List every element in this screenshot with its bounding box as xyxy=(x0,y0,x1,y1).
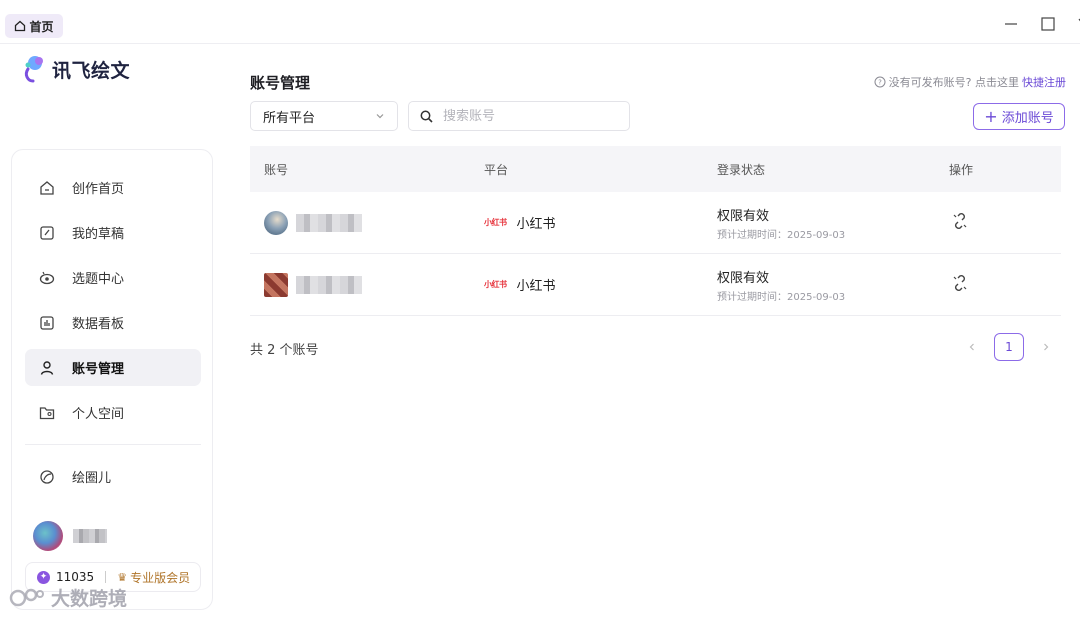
unlink-icon[interactable] xyxy=(951,274,969,292)
account-name-blurred xyxy=(296,275,362,294)
title-bar: 首页 xyxy=(0,0,1080,44)
expiry-date: 预计过期时间：2025-09-03 xyxy=(717,291,846,303)
unlink-icon[interactable] xyxy=(951,212,969,230)
tab-home[interactable]: 首页 xyxy=(5,14,63,38)
page-number[interactable]: 1 xyxy=(994,333,1024,361)
sidebar-item-label: 个人空间 xyxy=(72,407,125,422)
account-name-blurred xyxy=(296,213,362,232)
chart-icon xyxy=(38,314,56,332)
minimize-button[interactable] xyxy=(1003,16,1019,32)
home-icon xyxy=(38,179,56,197)
next-page-button[interactable] xyxy=(1038,339,1054,355)
account-total: 共 2 个账号 xyxy=(250,343,319,358)
maximize-button[interactable] xyxy=(1040,16,1056,32)
header-status: 登录状态 xyxy=(717,162,766,177)
sidebar-item-topics[interactable]: 选题中心 xyxy=(25,259,201,296)
sidebar-item-dashboard[interactable]: 数据看板 xyxy=(25,304,201,341)
sidebar: 创作首页 我的草稿 选题中心 数据看板 账号管理 个人空间 绘圈儿 ✦ 1103… xyxy=(11,149,213,610)
sidebar-item-home[interactable]: 创作首页 xyxy=(25,169,201,206)
platform-select-value: 所有平台 xyxy=(263,110,316,126)
sidebar-item-space[interactable]: 个人空间 xyxy=(25,394,201,431)
header-account: 账号 xyxy=(264,162,289,177)
edit-icon xyxy=(38,224,56,242)
chevron-left-icon xyxy=(969,343,974,351)
sidebar-divider xyxy=(25,444,201,445)
hint-text: 没有可发布账号? 点击这里 xyxy=(888,76,1019,89)
sidebar-item-accounts[interactable]: 账号管理 xyxy=(25,349,201,386)
sidebar-item-drafts[interactable]: 我的草稿 xyxy=(25,214,201,251)
add-account-button[interactable]: + 添加账号 xyxy=(973,103,1065,130)
logo-text: 讯飞绘文 xyxy=(52,59,131,82)
xiaohongshu-logo: 小红书 xyxy=(484,280,507,289)
coin-icon: ✦ xyxy=(37,570,50,584)
sidebar-item-label: 绘圈儿 xyxy=(72,471,112,486)
folder-user-icon xyxy=(38,404,56,422)
quick-register-link[interactable]: 快捷注册 xyxy=(1022,74,1066,90)
logo-icon xyxy=(24,56,43,83)
register-hint: ? 没有可发布账号? 点击这里 快捷注册 xyxy=(874,74,1066,90)
home-icon xyxy=(15,20,26,32)
sidebar-item-label: 账号管理 xyxy=(72,362,125,377)
search-box[interactable] xyxy=(408,101,630,131)
login-status: 权限有效 xyxy=(717,208,770,224)
sidebar-item-community[interactable]: 绘圈儿 xyxy=(25,458,201,495)
search-icon xyxy=(420,110,433,123)
xiaohongshu-logo: 小红书 xyxy=(484,218,507,227)
sidebar-item-label: 创作首页 xyxy=(72,182,125,197)
sidebar-item-label: 选题中心 xyxy=(72,272,125,287)
user-icon xyxy=(38,359,56,377)
platform-name: 小红书 xyxy=(516,279,556,294)
close-button[interactable] xyxy=(1073,16,1080,32)
points-divider xyxy=(105,571,107,583)
table-header: 账号 平台 登录状态 操作 xyxy=(250,146,1061,192)
sidebar-item-label: 数据看板 xyxy=(72,317,125,332)
prev-page-button[interactable] xyxy=(964,339,980,355)
app-logo: 讯飞绘文 xyxy=(22,55,130,83)
watermark-text: 大数跨境 xyxy=(51,588,128,610)
add-account-label: 添加账号 xyxy=(1001,111,1054,126)
help-icon: ? xyxy=(874,76,886,88)
header-platform: 平台 xyxy=(484,162,509,177)
platform-select[interactable]: 所有平台 xyxy=(250,101,398,131)
table-row: 小红书 小红书 权限有效 预计过期时间：2025-09-03 xyxy=(250,192,1061,254)
membership-badge[interactable]: ♛ 专业版会员 xyxy=(117,569,190,586)
avatar xyxy=(33,521,63,551)
login-status: 权限有效 xyxy=(717,270,770,286)
accounts-table: 账号 平台 登录状态 操作 小红书 小红书 权限有效 预计过期时间：2025-0… xyxy=(250,146,1061,316)
watermark: 大数跨境 xyxy=(9,584,127,611)
tab-home-label: 首页 xyxy=(29,19,54,34)
expiry-date: 预计过期时间：2025-09-03 xyxy=(717,229,846,241)
chevron-down-icon xyxy=(376,114,384,119)
search-input[interactable] xyxy=(441,107,611,125)
watermark-logo-icon xyxy=(9,588,44,606)
chevron-right-icon xyxy=(1044,343,1049,351)
user-profile[interactable] xyxy=(33,521,107,551)
plus-icon: + xyxy=(984,106,998,126)
svg-text:?: ? xyxy=(878,79,882,87)
page-title: 账号管理 xyxy=(250,74,311,92)
pagination: 1 xyxy=(964,333,1054,361)
username-blurred xyxy=(73,529,107,543)
crown-icon: ♛ xyxy=(117,570,128,584)
platform-name: 小红书 xyxy=(516,217,556,232)
leaf-icon xyxy=(38,468,56,486)
sidebar-item-label: 我的草稿 xyxy=(72,227,125,242)
maximize-icon xyxy=(1041,17,1055,31)
account-avatar xyxy=(264,272,288,297)
minimize-icon xyxy=(1005,23,1017,25)
membership-label: 专业版会员 xyxy=(130,570,191,585)
eye-icon xyxy=(38,269,56,287)
table-row: 小红书 小红书 权限有效 预计过期时间：2025-09-03 xyxy=(250,254,1061,316)
points-value: 11035 xyxy=(56,570,95,584)
header-actions: 操作 xyxy=(949,162,974,177)
account-avatar xyxy=(264,210,288,235)
